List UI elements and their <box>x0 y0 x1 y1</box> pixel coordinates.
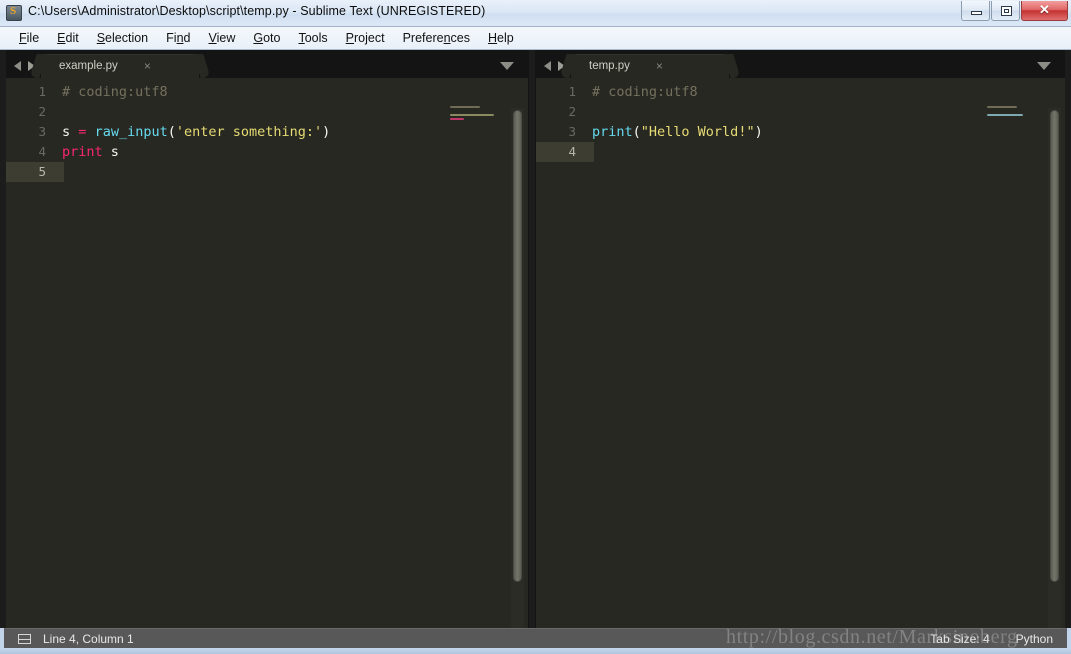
window-bottom-edge <box>0 648 1071 654</box>
tab-close-icon[interactable]: × <box>144 60 151 72</box>
line-number: 2 <box>38 104 46 119</box>
close-button[interactable]: ✕ <box>1021 1 1068 21</box>
menu-item-help[interactable]: Help <box>479 29 523 47</box>
minimize-icon <box>971 11 982 15</box>
tab-label: temp.py <box>589 60 630 72</box>
editor-pane-left: example.py × 1 # coding:utf8 2 3 s = raw_input… <box>6 50 528 628</box>
minimize-button[interactable] <box>961 1 990 21</box>
token: ) <box>754 124 763 140</box>
token: ( <box>632 124 641 140</box>
maximize-icon <box>1001 6 1012 16</box>
minimap-line <box>450 114 494 116</box>
pane-splitter[interactable] <box>528 50 536 628</box>
panel-toggle-icon[interactable] <box>18 633 31 644</box>
menu-bar: File Edit Selection Find View Goto Tools Projec… <box>0 27 1071 50</box>
token: s <box>62 124 71 140</box>
sublime-text-window: C:\Users\Administrator\Desktop\script\te… <box>0 0 1071 654</box>
minimap-line <box>450 118 464 120</box>
line-source: print s <box>62 142 119 162</box>
window-controls: ✕ <box>960 1 1068 22</box>
menu-item-file[interactable]: File <box>10 29 48 47</box>
scrollbar-thumb[interactable] <box>1050 110 1059 582</box>
minimap-left[interactable] <box>444 106 506 628</box>
menu-item-project[interactable]: Project <box>337 29 394 47</box>
vertical-scrollbar-left[interactable] <box>511 108 524 628</box>
menu-item-tools[interactable]: Tools <box>289 29 336 47</box>
token: raw_input <box>94 124 168 140</box>
vertical-scrollbar-right[interactable] <box>1048 108 1061 628</box>
close-icon: ✕ <box>1039 2 1050 17</box>
arrow-left-icon[interactable] <box>14 61 21 71</box>
line-source: print("Hello World!") <box>592 122 763 142</box>
menu-item-preferences[interactable]: Preferences <box>394 29 479 47</box>
status-bar: Line 4, Column 1 Tab Size: 4 Python <box>4 628 1067 648</box>
menu-item-view[interactable]: View <box>199 29 244 47</box>
line-number: 2 <box>568 104 576 119</box>
tab-close-icon[interactable]: × <box>656 60 663 72</box>
cursor-position-status: Line 4, Column 1 <box>43 631 134 646</box>
title-bar: C:\Users\Administrator\Desktop\script\te… <box>0 0 1071 27</box>
tab-bar-right: temp.py × <box>536 50 1065 78</box>
sublime-logo-icon <box>6 5 22 21</box>
code-line: 1 # coding:utf8 <box>536 82 1065 102</box>
line-source: # coding:utf8 <box>62 82 168 102</box>
token: ) <box>322 124 331 140</box>
line-number: 3 <box>38 124 46 139</box>
line-number: 5 <box>38 164 46 179</box>
code-area-left[interactable]: 1 # coding:utf8 2 3 s = raw_input('enter som… <box>6 78 528 628</box>
line-source: s = raw_input('enter something:') <box>62 122 330 142</box>
minimap-line <box>987 106 1017 108</box>
tab-temp-py[interactable]: temp.py × <box>571 54 729 78</box>
token: s <box>110 144 119 160</box>
token: ( <box>167 124 176 140</box>
window-title: C:\Users\Administrator\Desktop\script\te… <box>28 4 486 18</box>
token: 'enter something:' <box>175 124 323 140</box>
editor-pane-right: temp.py × 1 # coding:utf8 2 3 print("Hello Wor… <box>536 50 1065 628</box>
line-number: 3 <box>568 124 576 139</box>
status-bar-right: Tab Size: 4 Python <box>930 632 1067 646</box>
code-line: 1 # coding:utf8 <box>6 82 528 102</box>
tab-example-py[interactable]: example.py × <box>41 54 199 78</box>
token: "Hello World!" <box>640 124 755 140</box>
token: print <box>592 124 633 140</box>
minimap-line <box>450 106 480 108</box>
menu-item-selection[interactable]: Selection <box>88 29 157 47</box>
tab-size-status[interactable]: Tab Size: 4 <box>930 632 989 646</box>
code-area-right[interactable]: 1 # coding:utf8 2 3 print("Hello World!") 4 <box>536 78 1065 628</box>
maximize-button[interactable] <box>991 1 1020 21</box>
chevron-down-icon[interactable] <box>1037 62 1051 70</box>
line-number: 4 <box>568 144 576 159</box>
token: print <box>62 144 103 160</box>
line-number: 1 <box>568 84 576 99</box>
tab-label: example.py <box>59 60 118 72</box>
line-source: # coding:utf8 <box>592 82 698 102</box>
editor-workspace: example.py × 1 # coding:utf8 2 3 s = raw_input… <box>0 50 1071 628</box>
line-number: 1 <box>38 84 46 99</box>
tab-bar-left: example.py × <box>6 50 528 78</box>
menu-item-goto[interactable]: Goto <box>244 29 289 47</box>
chevron-down-icon[interactable] <box>500 62 514 70</box>
scrollbar-thumb[interactable] <box>513 110 522 582</box>
minimap-line <box>987 114 1023 116</box>
syntax-status[interactable]: Python <box>1016 632 1053 646</box>
line-number: 4 <box>38 144 46 159</box>
minimap-right[interactable] <box>981 106 1043 628</box>
menu-item-find[interactable]: Find <box>157 29 199 47</box>
token: # coding:utf8 <box>592 84 698 100</box>
token: # coding:utf8 <box>62 84 168 100</box>
arrow-left-icon[interactable] <box>544 61 551 71</box>
menu-item-edit[interactable]: Edit <box>48 29 88 47</box>
